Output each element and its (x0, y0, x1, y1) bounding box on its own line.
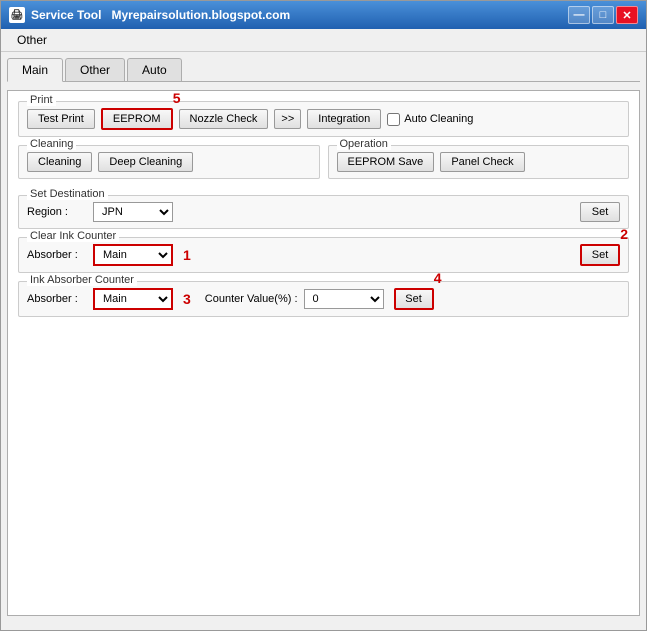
counter-value-label: Counter Value(%) : (205, 293, 298, 305)
set-destination-label: Set Destination (27, 188, 108, 200)
nozzle-check-button[interactable]: Nozzle Check (179, 109, 269, 129)
panel-check-button[interactable]: Panel Check (440, 152, 524, 172)
set-badge-2: 4 (434, 270, 442, 286)
set-destination-section: Set Destination Region : JPN Set (18, 195, 629, 229)
chevron-button[interactable]: >> (274, 109, 301, 129)
cleaning-button[interactable]: Cleaning (27, 152, 92, 172)
menu-bar: Other (1, 29, 646, 52)
cleaning-label: Cleaning (27, 138, 76, 150)
ink-absorber-set-button[interactable]: Set (394, 288, 434, 310)
eeprom-badge: 5 (173, 90, 181, 106)
absorber-badge-1: 1 (183, 247, 191, 263)
absorber-select-1[interactable]: Main Sub (93, 244, 173, 266)
eeprom-button[interactable]: EEPROM (101, 108, 173, 130)
region-label: Region : (27, 206, 87, 218)
tab-bar: Main Other Auto (7, 58, 640, 82)
absorber-select-2[interactable]: Main Sub (93, 288, 173, 310)
ink-absorber-section: Ink Absorber Counter Absorber : Main Sub… (18, 281, 629, 317)
eeprom-save-button[interactable]: EEPROM Save (337, 152, 435, 172)
clear-ink-set-button[interactable]: Set (580, 244, 620, 266)
main-panel: Print Test Print EEPROM 5 Nozzle Check >… (7, 90, 640, 616)
absorber-label-1: Absorber : (27, 249, 87, 261)
menu-item-other[interactable]: Other (9, 31, 55, 49)
print-label: Print (27, 94, 56, 106)
close-button[interactable]: ✕ (616, 6, 638, 24)
ink-absorber-label: Ink Absorber Counter (27, 274, 137, 286)
integration-button[interactable]: Integration (307, 109, 381, 129)
set-destination-button[interactable]: Set (580, 202, 620, 222)
main-window: 🖨 Service Tool Myrepairsolution.blogspot… (0, 0, 647, 631)
auto-cleaning-checkbox[interactable] (387, 113, 400, 126)
content-area: Main Other Auto Print Test Print EEPROM … (1, 52, 646, 630)
auto-cleaning-label: Auto Cleaning (387, 113, 473, 126)
absorber-label-2: Absorber : (27, 293, 87, 305)
title-text: Service Tool (31, 8, 101, 22)
set-badge-1: 2 (620, 226, 628, 242)
absorber-badge-2: 3 (183, 291, 191, 307)
tab-auto[interactable]: Auto (127, 58, 182, 81)
subtitle-text: Myrepairsolution.blogspot.com (112, 8, 291, 22)
counter-value-select[interactable]: 0 (304, 289, 384, 309)
window-title: Service Tool Myrepairsolution.blogspot.c… (31, 8, 568, 22)
clear-ink-section: Clear Ink Counter Absorber : Main Sub 1 … (18, 237, 629, 273)
tab-other[interactable]: Other (65, 58, 125, 81)
title-bar: 🖨 Service Tool Myrepairsolution.blogspot… (1, 1, 646, 29)
clear-ink-label: Clear Ink Counter (27, 230, 119, 242)
operation-section: Operation EEPROM Save Panel Check (328, 145, 630, 179)
tab-main[interactable]: Main (7, 58, 63, 82)
window-controls: — □ ✕ (568, 6, 638, 24)
print-section: Print Test Print EEPROM 5 Nozzle Check >… (18, 101, 629, 137)
region-select[interactable]: JPN (93, 202, 173, 222)
minimize-button[interactable]: — (568, 6, 590, 24)
test-print-button[interactable]: Test Print (27, 109, 95, 129)
app-icon: 🖨 (9, 7, 25, 23)
maximize-button[interactable]: □ (592, 6, 614, 24)
operation-label: Operation (337, 138, 391, 150)
cleaning-section: Cleaning Cleaning Deep Cleaning (18, 145, 320, 179)
deep-cleaning-button[interactable]: Deep Cleaning (98, 152, 193, 172)
